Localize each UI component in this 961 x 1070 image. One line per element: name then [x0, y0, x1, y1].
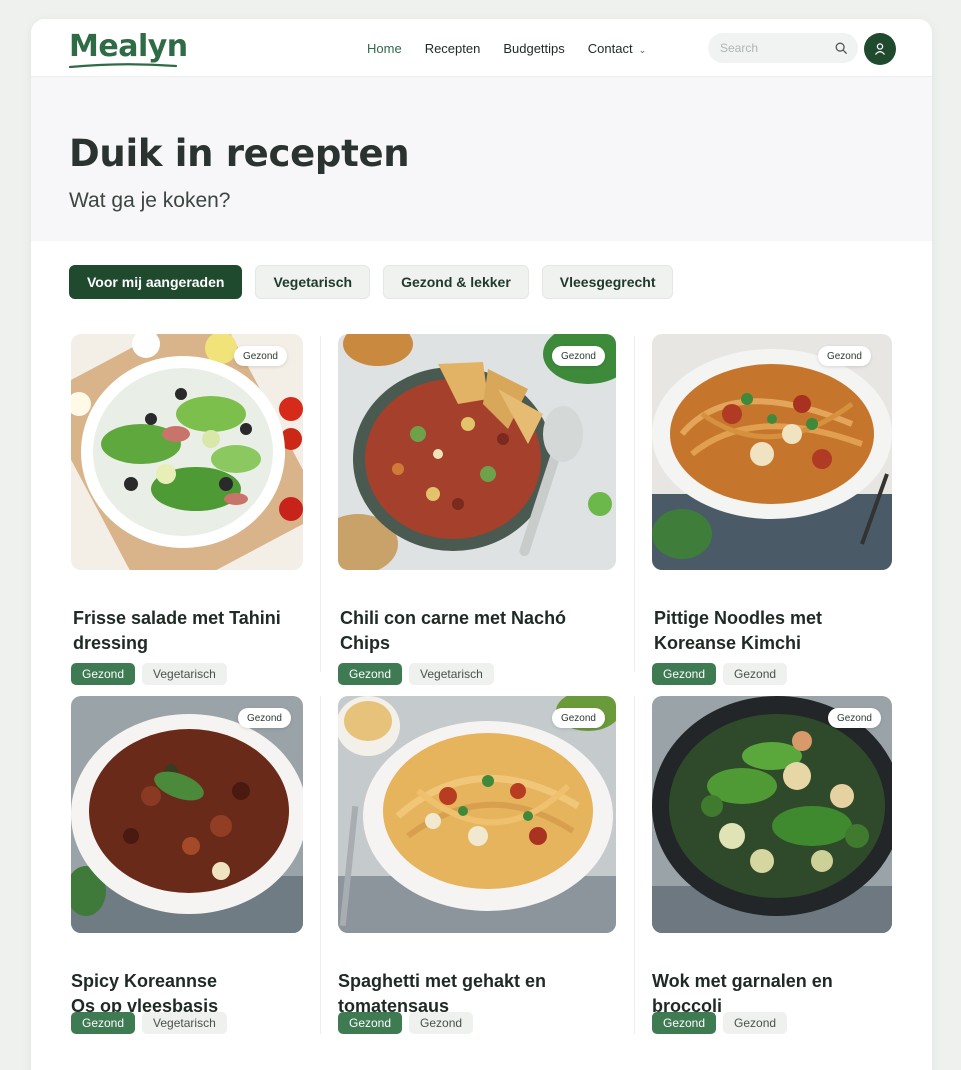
- recipe-badge: Gezond: [237, 708, 291, 728]
- recipe-image[interactable]: [652, 334, 892, 570]
- recipe-title[interactable]: Pittige Noodles met Koreanse Kimchi: [654, 606, 822, 656]
- recipe-badge: Gezond: [827, 708, 881, 728]
- recipe-tag[interactable]: Gezond: [723, 663, 788, 685]
- user-icon: [874, 43, 886, 55]
- search-input[interactable]: [720, 39, 830, 57]
- filter-gezond[interactable]: Gezond & lekker: [383, 265, 529, 299]
- nav-link-budgettips[interactable]: Budgettips: [503, 41, 564, 56]
- recipe-image[interactable]: [71, 696, 303, 933]
- brand-logo[interactable]: Mealyn: [69, 29, 188, 64]
- recipe-tags: Gezond Vegetarisch: [338, 663, 501, 685]
- recipe-title-line: Spaghetti met gehakt en: [338, 971, 547, 991]
- nav-link-recepten[interactable]: Recepten: [425, 41, 481, 56]
- recipe-title[interactable]: Frisse salade met Tahini dressing: [73, 606, 281, 656]
- recipe-tags: Gezond Vegetarisch: [71, 663, 234, 685]
- recipe-image[interactable]: [71, 334, 303, 570]
- nav-link-contact[interactable]: Contact ⌄: [588, 41, 646, 56]
- nav-link-contact-label: Contact: [587, 41, 633, 56]
- recipe-tags: Gezond Gezond: [338, 1012, 480, 1034]
- recipe-tags: Gezond Vegetarisch: [71, 1012, 234, 1034]
- column-divider: [320, 696, 321, 1034]
- filter-vleesgerecht[interactable]: Vleesgegrecht: [541, 265, 674, 299]
- recipe-title-line: Pittige Noodles met: [654, 608, 823, 628]
- recipe-tag[interactable]: Gezond: [652, 1012, 717, 1034]
- logo-swoosh-icon: [68, 63, 178, 69]
- filter-chips: Voor mij aangeraden Vegetarisch Gezond &…: [69, 265, 686, 299]
- search-icon[interactable]: [834, 41, 848, 55]
- recipe-tag[interactable]: Gezond: [652, 663, 717, 685]
- column-divider: [320, 336, 321, 672]
- recipe-tag[interactable]: Gezond: [723, 1012, 788, 1034]
- filter-aanbevolen[interactable]: Voor mij aangeraden: [69, 265, 243, 299]
- recipe-badge: Gezond: [817, 346, 871, 366]
- recipe-title-line: Chili con carne met Nachó: [340, 608, 567, 628]
- top-navigation: Mealyn Home Recepten Budgettips Contact ⌄: [31, 19, 932, 77]
- recipe-tag[interactable]: Gezond: [409, 1012, 474, 1034]
- page-title: Duik in recepten: [69, 132, 410, 175]
- recipe-title-line: Spicy Koreannse: [71, 971, 218, 991]
- recipe-image[interactable]: [338, 696, 616, 933]
- recipe-tag[interactable]: Vegetarisch: [409, 663, 494, 685]
- nav-link-home[interactable]: Home: [367, 41, 402, 56]
- recipe-tags: Gezond Gezond: [652, 663, 794, 685]
- recipe-tag[interactable]: Gezond: [338, 1012, 403, 1034]
- recipe-tag[interactable]: Vegetarisch: [142, 663, 227, 685]
- recipe-badge: Gezond: [551, 346, 605, 366]
- hero-section: Duik in recepten Wat ga je koken?: [31, 77, 932, 241]
- recipe-badge: Gezond: [233, 346, 287, 366]
- column-divider: [634, 336, 635, 672]
- page-subtitle: Wat ga je koken?: [69, 189, 231, 212]
- recipe-title-line: Chips: [340, 633, 391, 653]
- recipe-title-line: Frisse salade met Tahini: [73, 608, 281, 628]
- nav-links: Home Recepten Budgettips Contact ⌄: [367, 41, 669, 56]
- recipe-tag[interactable]: Gezond: [71, 663, 136, 685]
- recipe-tag[interactable]: Gezond: [71, 1012, 136, 1034]
- recipe-title[interactable]: Chili con carne met Nachó Chips: [340, 606, 566, 656]
- recipe-tag[interactable]: Gezond: [338, 663, 403, 685]
- recipe-image[interactable]: [338, 334, 616, 570]
- chevron-down-icon: ⌄: [638, 45, 647, 55]
- recipe-title-line: Wok met garnalen en: [652, 971, 833, 991]
- recipe-title-line: Koreanse Kimchi: [654, 633, 802, 653]
- filter-vegetarisch[interactable]: Vegetarisch: [255, 265, 371, 299]
- recipe-tag[interactable]: Vegetarisch: [142, 1012, 227, 1034]
- column-divider: [634, 696, 635, 1034]
- user-avatar-button[interactable]: [864, 33, 896, 65]
- recipe-tags: Gezond Gezond: [652, 1012, 794, 1034]
- search-box: [708, 33, 858, 63]
- page-frame: Mealyn Home Recepten Budgettips Contact ⌄: [31, 19, 932, 1070]
- recipe-title-line: dressing: [73, 633, 149, 653]
- recipe-badge: Gezond: [551, 708, 605, 728]
- recipe-image[interactable]: [652, 696, 892, 933]
